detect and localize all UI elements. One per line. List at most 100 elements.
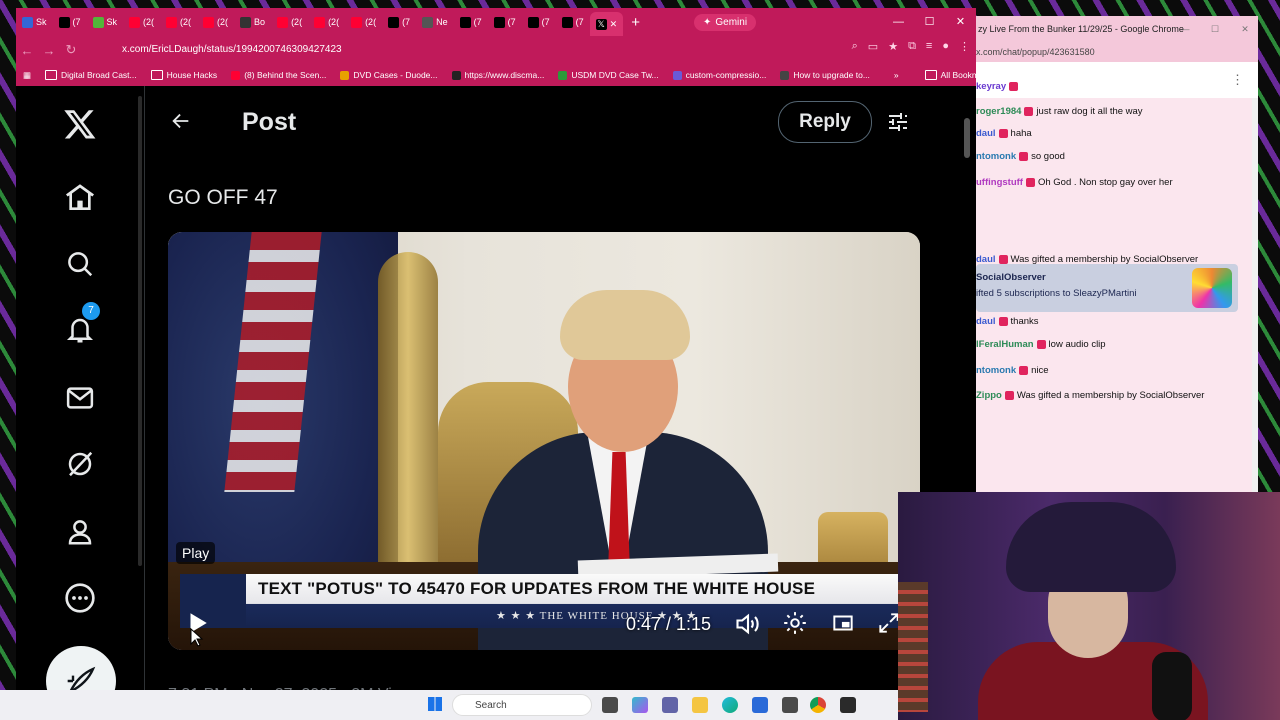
browser-tab[interactable]: Sk — [16, 11, 53, 33]
browser-tab[interactable]: (2( — [271, 11, 308, 33]
obs-icon[interactable] — [840, 697, 856, 713]
chat-maximize-button[interactable]: ☐ — [1200, 16, 1230, 42]
chat-username[interactable]: ntomonk — [976, 151, 1016, 162]
chat-menu-icon[interactable]: ⋮ — [1231, 72, 1244, 88]
sidebar-item-profile[interactable] — [60, 512, 100, 552]
cast-icon[interactable]: ▭ — [868, 40, 878, 53]
browser-tab[interactable]: (7 — [556, 11, 590, 33]
chat-minimize-button[interactable]: — — [1170, 16, 1200, 42]
tab-favicon-icon — [58, 16, 70, 28]
chat-close-button[interactable]: ✕ — [1230, 16, 1258, 42]
taskbar-search[interactable]: Search — [452, 694, 592, 716]
browser-tab[interactable]: Ne — [416, 11, 454, 33]
settings-button[interactable] — [782, 610, 808, 641]
bookmark-item[interactable]: House Hacks — [144, 70, 225, 80]
chat-username[interactable]: roger1984 — [976, 106, 1021, 117]
tab-favicon-icon — [493, 16, 505, 28]
more-bookmarks-icon[interactable]: » — [887, 70, 906, 80]
teams-icon[interactable] — [662, 697, 678, 713]
apps-icon[interactable]: ▦ — [16, 70, 38, 81]
pointer-icon — [190, 627, 204, 647]
chat-username[interactable]: keyray — [976, 81, 1006, 92]
browser-tab[interactable]: (7 — [53, 11, 87, 33]
reload-icon[interactable]: ↻ — [60, 42, 82, 58]
chat-url-bar[interactable]: x.com/chat/popup/423631580 — [976, 42, 1258, 62]
forward-icon[interactable]: → — [38, 43, 60, 58]
chat-username[interactable]: lFeralHuman — [976, 339, 1034, 350]
sidebar-item-home[interactable] — [60, 178, 100, 218]
extensions-icon[interactable]: ⧉ — [908, 40, 916, 53]
app-icon[interactable] — [782, 697, 798, 713]
webcam-shelf — [898, 582, 928, 712]
sidebar-item-messages[interactable] — [60, 378, 100, 418]
browser-tab[interactable]: Bo — [234, 11, 271, 33]
browser-tab[interactable]: (2( — [160, 11, 197, 33]
chat-username[interactable]: Zippo — [976, 390, 1002, 401]
windows-start-icon[interactable] — [428, 697, 442, 711]
close-tab-icon[interactable]: ✕ — [610, 19, 618, 30]
edge-icon[interactable] — [722, 697, 738, 713]
video-player[interactable]: Play TEXT "POTUS" TO 45470 FOR UPDATES F… — [168, 232, 920, 650]
media-icon[interactable]: ≡ — [926, 40, 932, 53]
browser-tab[interactable]: (2( — [123, 11, 160, 33]
file-explorer-icon[interactable] — [692, 697, 708, 713]
browser-tab[interactable]: (2( — [197, 11, 234, 33]
chat-scrollbar[interactable] — [1252, 98, 1258, 492]
copilot-icon[interactable] — [632, 697, 648, 713]
address-bar[interactable]: x.com/EricLDaugh/status/1994200746309427… — [104, 41, 872, 59]
bookmark-item[interactable]: (8) Behind the Scen... — [224, 70, 333, 80]
bookmark-item[interactable]: How to upgrade to... — [773, 70, 877, 80]
volume-button[interactable] — [734, 610, 762, 643]
chat-titlebar: zy Live From the Bunker 11/29/25 - Googl… — [976, 16, 1258, 42]
bookmark-item[interactable]: USDM DVD Case Tw... — [551, 70, 665, 80]
tab-favicon-icon — [351, 16, 363, 28]
moderator-badge-icon — [1009, 82, 1019, 91]
tab-active[interactable]: 𝕏 ✕ — [589, 12, 624, 36]
browser-tab[interactable]: (7 — [522, 11, 556, 33]
browser-tab[interactable]: (7 — [382, 11, 416, 33]
tab-label: (2( — [365, 17, 377, 27]
zoom-icon[interactable]: ⌕ — [852, 40, 858, 53]
chat-username[interactable]: daul — [976, 128, 996, 139]
pip-button[interactable] — [830, 610, 856, 641]
x-home-logo[interactable] — [60, 104, 100, 144]
back-button[interactable] — [170, 110, 192, 137]
page-scrollbar[interactable] — [964, 118, 970, 158]
bookmark-item[interactable]: Digital Broad Cast... — [38, 70, 144, 80]
filter-button[interactable] — [886, 110, 910, 139]
browser-tab[interactable]: (2( — [308, 11, 345, 33]
store-icon[interactable] — [752, 697, 768, 713]
gemini-button[interactable]: ✦ Gemini — [693, 13, 757, 31]
maximize-button[interactable]: ☐ — [914, 8, 945, 36]
profile-avatar[interactable]: ● — [942, 40, 949, 53]
folder-icon — [924, 70, 937, 80]
bookmark-item[interactable]: DVD Cases - Duode... — [333, 70, 444, 80]
all-bookmarks-button[interactable]: All Bookmarks — [918, 70, 976, 80]
back-icon[interactable]: ← — [16, 43, 38, 58]
sidebar-item-grok[interactable] — [60, 444, 100, 484]
menu-icon[interactable]: ⋮ — [959, 40, 970, 53]
chrome-icon[interactable] — [810, 697, 826, 713]
chat-username[interactable]: ntomonk — [976, 365, 1016, 376]
task-view-icon[interactable] — [602, 697, 618, 713]
sidebar-item-more[interactable] — [60, 578, 100, 618]
bookmark-star-icon[interactable]: ★ — [888, 40, 898, 53]
new-tab-button[interactable]: + — [623, 14, 648, 31]
sidebar-item-notifications[interactable]: 7 — [60, 302, 100, 350]
chat-username[interactable]: daul — [976, 316, 996, 327]
browser-tab[interactable]: (2( — [345, 11, 382, 33]
x-logo-icon — [64, 110, 96, 139]
reply-button[interactable]: Reply — [778, 101, 872, 143]
browser-tab[interactable]: (7 — [488, 11, 522, 33]
minimize-button[interactable]: — — [883, 8, 914, 36]
sidebar-item-explore[interactable] — [60, 244, 100, 284]
moderator-badge-icon — [998, 129, 1008, 138]
browser-tab[interactable]: Sk — [87, 11, 124, 33]
browser-tab[interactable]: (7 — [454, 11, 488, 33]
post-column: Post Reply GO OFF 47 Play TEXT "POTUS" T… — [146, 86, 946, 698]
bookmark-item[interactable]: https://www.discma... — [445, 70, 552, 80]
sidebar-scrollbar[interactable] — [138, 96, 142, 566]
chat-username[interactable]: uffingstuff — [976, 177, 1023, 188]
bookmark-item[interactable]: custom-compressio... — [666, 70, 774, 80]
close-window-button[interactable]: ✕ — [945, 8, 976, 36]
